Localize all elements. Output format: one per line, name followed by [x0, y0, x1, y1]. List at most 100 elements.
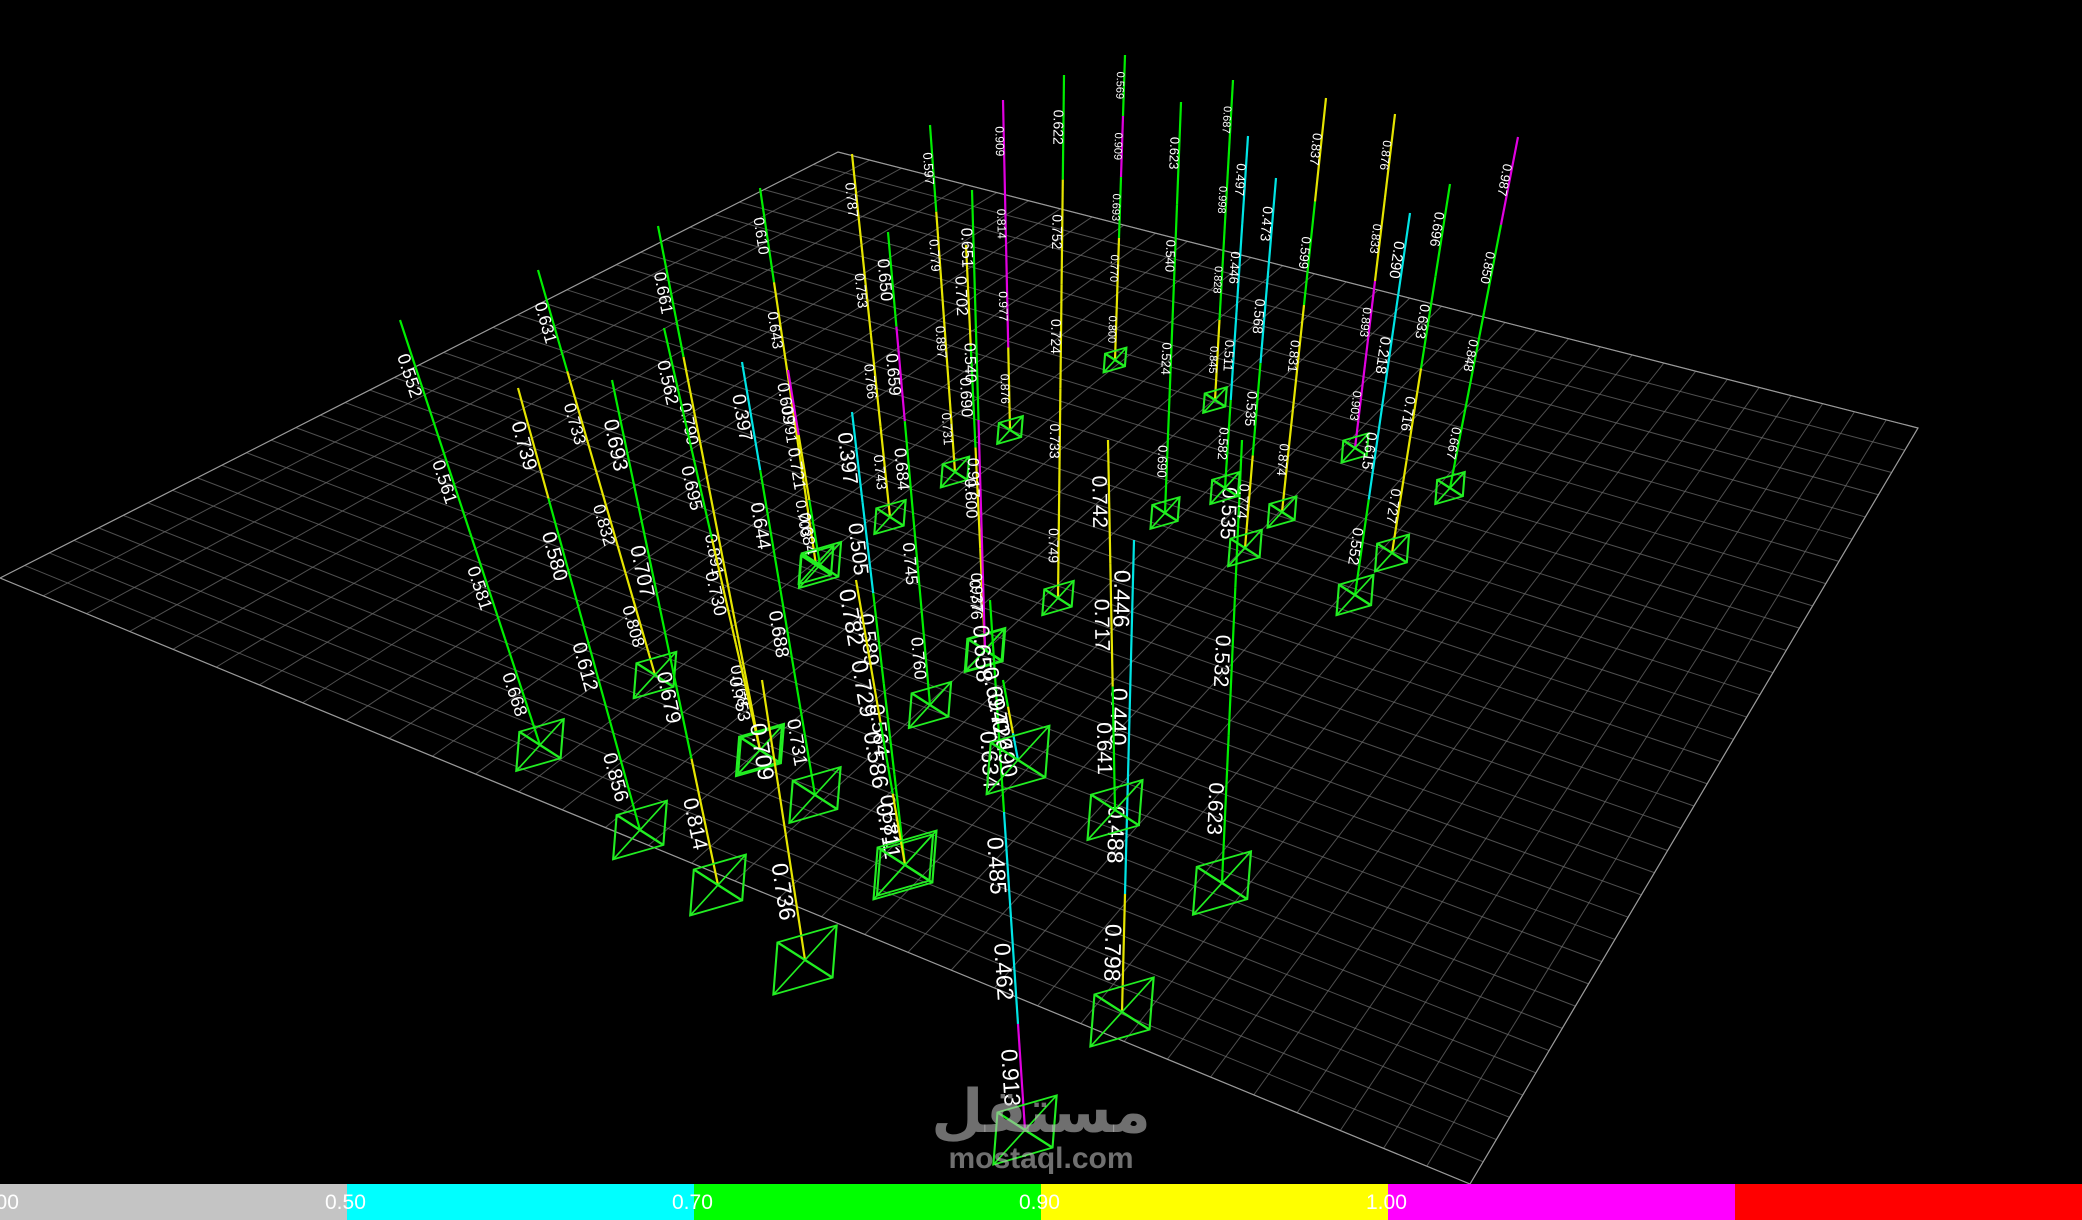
- segment-value-label: 0.731: [782, 717, 811, 767]
- segment-value-label: 0.848: [1460, 338, 1481, 373]
- segment-value-label: 0.743: [871, 454, 891, 491]
- segment-value-label: 0.511: [1220, 339, 1237, 371]
- segment-value-label: 0.832: [589, 502, 619, 548]
- collar-marker-icon[interactable]: [1149, 495, 1181, 531]
- segment-value-label: 0.693: [1109, 193, 1122, 221]
- segment-value-label: 0.615: [1358, 431, 1380, 471]
- segment-value-label: 0.397: [727, 393, 756, 443]
- segment-value-label: 0.833: [1367, 223, 1385, 255]
- borehole-bh-25[interactable]: 0.623 0.540 0.524 0.690: [1149, 101, 1182, 531]
- segment-value-label: 0.690: [956, 377, 975, 418]
- grid-line: [616, 264, 1800, 629]
- collar-marker-icon[interactable]: [772, 924, 838, 996]
- segment-value-label: 0.909: [992, 126, 1007, 157]
- segment-value-label: 0.717: [1090, 599, 1114, 652]
- segment-value-label: 0.782: [834, 587, 869, 648]
- segment-value-label: 0.696: [1427, 211, 1448, 248]
- segment-value-label: 0.937: [967, 572, 985, 613]
- borehole-scene[interactable]: 0.5520.5610.5810.6680.7390.5800.6120.856…: [0, 0, 2082, 1184]
- 3d-viewport[interactable]: 0.552 0.561 0.581 0.668 0.739 0.580 0.612 0.856…: [0, 0, 2082, 1184]
- borehole-bh-17[interactable]: 0.651 0.540 0.917 0.937: [957, 189, 1006, 673]
- segment-value-label: 0.581: [463, 564, 496, 613]
- segment-value-label: 0.667: [1443, 426, 1464, 461]
- color-scale-segment: 0.00: [0, 1184, 347, 1220]
- segment-value-label: 0.524: [1158, 342, 1174, 375]
- segment-value-label: 0.733: [1047, 423, 1063, 458]
- segment-value-label: 0.917: [964, 457, 982, 498]
- segment-value-label: 0.742: [1087, 475, 1111, 528]
- segment-value-label: 0.659: [882, 353, 905, 397]
- segment-value-label: 0.568: [1250, 298, 1269, 334]
- segment-value-label: 0.745: [899, 542, 922, 586]
- segment-value-label: 0.749: [1045, 528, 1061, 563]
- collar-marker-icon[interactable]: [1266, 494, 1298, 530]
- segment-value-label: 0.497: [1232, 163, 1249, 196]
- collar-marker-icon[interactable]: [1041, 579, 1075, 617]
- borehole-bh-24[interactable]: 0.742 0.717 0.641: [1086, 439, 1144, 842]
- segment-value-label: 0.446: [1226, 251, 1243, 284]
- segment-value-label: 0.716: [1398, 395, 1419, 432]
- segment-value-label: 0.903: [1347, 390, 1365, 422]
- color-scale-tick-label: 0.00: [0, 1191, 19, 1214]
- borehole-bh-31[interactable]: 0.876 0.833 0.893 0.903: [1340, 113, 1397, 464]
- grid-line: [1123, 362, 1665, 1042]
- segment-value-label: 0.766: [861, 363, 881, 400]
- grid-line: [1037, 346, 1601, 1007]
- segment-value-label: 0.828: [1210, 266, 1224, 294]
- segment-value-label: 0.540: [961, 342, 979, 383]
- segment-value-label: 0.644: [746, 501, 775, 552]
- segment-value-label: 0.485: [982, 836, 1012, 895]
- segment-value-label: 0.687: [1219, 106, 1233, 134]
- color-scale-tick-label: 1.00: [1366, 1191, 1407, 1214]
- segment-value-label: 0.688: [764, 609, 793, 659]
- segment-value-label: 0.532: [1209, 634, 1234, 688]
- segment-value-label: 0.679: [652, 670, 685, 726]
- segment-value-label: 0.582: [1215, 427, 1232, 460]
- segment-value-label: 0.987: [1494, 163, 1515, 198]
- segment-value-label: 0.779: [926, 239, 943, 273]
- collar-marker-icon[interactable]: [689, 853, 747, 917]
- color-scale-tick-label: 0.70: [672, 1191, 713, 1214]
- segment-value-label: 0.505: [843, 522, 872, 577]
- color-scale-segment: 1.00: [1366, 1184, 1735, 1220]
- segment-value-label: 0.893: [1357, 306, 1375, 338]
- segment-value-label: 0.623: [1166, 137, 1182, 170]
- segment-value-label: 0.874: [1274, 443, 1292, 477]
- segment-value-label: 0.752: [1049, 214, 1065, 249]
- segment-value-label: 0.845: [1206, 346, 1220, 374]
- color-scale-segment: 0.70: [672, 1184, 1041, 1220]
- segment-value-label: 0.998: [1215, 186, 1229, 214]
- segment-value-label: 0.770: [1107, 254, 1120, 282]
- segment-value-label: 0.535: [1242, 391, 1261, 427]
- segment-value-label: 0.760: [907, 636, 930, 680]
- segment-value-label: 0.837: [1307, 132, 1325, 166]
- grid-line: [1339, 403, 1824, 1131]
- segment-value-label: 0.913: [996, 1048, 1026, 1107]
- color-scale-segment: 0.50: [325, 1184, 694, 1220]
- segment-value-label: 0.731: [939, 412, 956, 446]
- grid-line: [763, 189, 1879, 496]
- segment-value-label: 0.569: [1113, 71, 1126, 99]
- segment-value-label: 0.597: [920, 152, 937, 186]
- borehole-bh-10[interactable]: 0.6090.7210.684: [773, 369, 843, 590]
- borehole-bh-28[interactable]: 0.497 0.446 0.511 0.582: [1209, 135, 1250, 506]
- collar-marker-icon[interactable]: [907, 680, 953, 730]
- collar-marker-icon[interactable]: [1373, 533, 1411, 573]
- segment-value-label: 0.693: [599, 417, 632, 473]
- segment-value-label: 0.736: [767, 861, 801, 922]
- segment-value-label: 0.633: [1412, 303, 1433, 340]
- borehole-bh-21[interactable]: 0.622 0.752 0.724 0.733 0.749: [1041, 74, 1075, 617]
- color-scale-segment: 0.90: [1019, 1184, 1388, 1220]
- segment-value-label: 0.668: [498, 670, 531, 719]
- segment-value-label: 0.609: [773, 381, 799, 426]
- segment-value-label: 0.808: [618, 603, 648, 649]
- segment-value-label: 0.753: [725, 675, 754, 723]
- collar-marker-icon[interactable]: [873, 498, 907, 536]
- borehole-bh-18[interactable]: 0.909 0.814 0.977 0.876: [992, 99, 1024, 446]
- segment-value-label: 0.977: [996, 291, 1011, 322]
- borehole-bh-22[interactable]: 0.569 0.909 0.693 0.770 0.800: [1102, 54, 1128, 374]
- collar-marker-icon[interactable]: [996, 414, 1024, 446]
- grid-line: [1210, 378, 1728, 1078]
- segment-value-label: 0.599: [1296, 236, 1314, 270]
- segment-value-label: 0.814: [994, 209, 1009, 240]
